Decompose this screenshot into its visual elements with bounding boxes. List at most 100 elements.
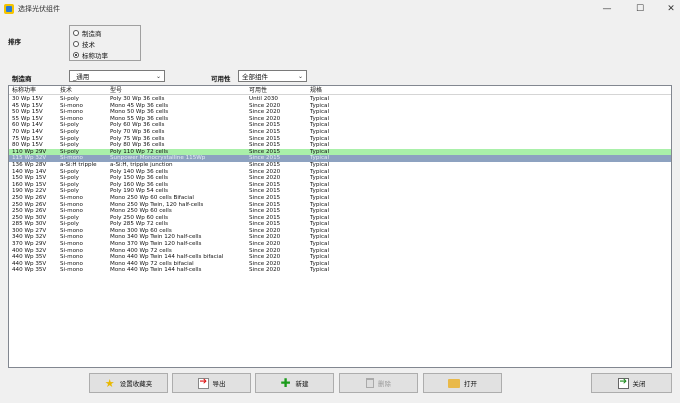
module-list[interactable]: 标称功率 技术 型号 可用性 规格 30 Wp 15V Si-poly Poly 3… <box>8 85 672 368</box>
cell-availability: Since 2015 <box>249 142 281 149</box>
radio-icon[interactable] <box>73 41 79 47</box>
cell-spec: Typical <box>310 214 330 221</box>
cell-model: Mono 300 Wp 60 cells <box>110 227 172 234</box>
table-row[interactable]: 370 Wp 29V Si-mono Mono 370 Wp Twin 120 ha… <box>9 241 671 248</box>
folder-icon <box>448 378 460 388</box>
cell-model: Poly 110 Wp 72 cells <box>110 148 168 155</box>
table-row[interactable]: 250 Wp 26V Si-mono Mono 250 Wp 60 cells Sin… <box>9 208 671 215</box>
column-header-spec[interactable]: 规格 <box>310 86 322 95</box>
sort-option-manufacturer[interactable]: 制造商 <box>73 28 102 38</box>
delete-button[interactable]: 删除 <box>339 373 418 393</box>
cell-availability: Since 2020 <box>249 168 281 175</box>
table-row[interactable]: 190 Wp 22V Si-poly Poly 190 Wp 54 cells Sin… <box>9 188 671 195</box>
column-header-availability[interactable]: 可用性 <box>249 86 267 95</box>
cell-power: 45 Wp 15V <box>12 102 43 109</box>
list-header: 标称功率 技术 型号 可用性 规格 <box>9 86 671 95</box>
table-row[interactable]: 440 Wp 35V Si-mono Mono 440 Wp Twin 144 ha… <box>9 267 671 274</box>
cell-availability: Since 2020 <box>249 260 281 267</box>
sort-group: 制造商 技术 标称功率 <box>69 25 141 61</box>
cell-power: 285 Wp 30V <box>12 221 47 228</box>
open-button[interactable]: 打开 <box>423 373 502 393</box>
cell-technology: Si-poly <box>60 135 79 142</box>
table-row[interactable]: 70 Wp 14V Si-poly Poly 70 Wp 36 cells Since… <box>9 129 671 136</box>
cell-technology: Si-poly <box>60 188 79 195</box>
cell-technology: Si-mono <box>60 208 83 215</box>
table-row[interactable]: 250 Wp 26V Si-mono Mono 250 Wp Twin, 120 h… <box>9 202 671 209</box>
table-row[interactable]: 160 Wp 15V Si-poly Poly 160 Wp 36 cells Sin… <box>9 182 671 189</box>
table-row[interactable]: 440 Wp 35V Si-mono Mono 440 Wp 72 cells bi… <box>9 261 671 268</box>
table-row[interactable]: 110 Wp 29V Si-poly Poly 110 Wp 72 cells Sin… <box>9 148 671 156</box>
cell-spec: Typical <box>310 175 330 182</box>
cell-spec: Typical <box>310 109 330 116</box>
radio-icon[interactable] <box>73 30 79 36</box>
favorites-label: 设置收藏夹 <box>119 380 153 388</box>
cell-model: Poly 190 Wp 54 cells <box>110 188 168 195</box>
export-button[interactable]: 导出 <box>172 373 251 393</box>
cell-model: Poly 285 Wp 72 cells <box>110 221 168 228</box>
table-row[interactable]: 340 Wp 32V Si-mono Mono 340 Wp Twin 120 ha… <box>9 234 671 241</box>
close-window-button[interactable]: ✕ <box>656 0 680 18</box>
favorites-button[interactable]: ★ 设置收藏夹 <box>89 373 168 393</box>
table-row[interactable]: 440 Wp 35V Si-mono Mono 440 Wp Twin 144 ha… <box>9 254 671 261</box>
cell-technology: Si-poly <box>60 221 79 228</box>
table-row[interactable]: 115 Wp 32V Si-mono Sunpower Monocrystallin… <box>9 155 671 162</box>
table-row[interactable]: 55 Wp 15V Si-mono Mono 55 Wp 36 cells Since… <box>9 116 671 123</box>
table-row[interactable]: 140 Wp 14V Si-poly Poly 140 Wp 36 cells Sin… <box>9 169 671 176</box>
table-row[interactable]: 400 Wp 32V Si-mono Mono 400 Wp 72 cells Sin… <box>9 248 671 255</box>
cell-technology: Si-mono <box>60 247 83 254</box>
cell-model: Poly 140 Wp 36 cells <box>110 168 168 175</box>
cell-technology: Si-mono <box>60 267 83 274</box>
table-row[interactable]: 30 Wp 15V Si-poly Poly 30 Wp 36 cells Until… <box>9 96 671 103</box>
cell-availability: Since 2020 <box>249 234 281 241</box>
maximize-button[interactable]: ☐ <box>625 0 655 18</box>
cell-model: Mono 440 Wp 72 cells bifacial <box>110 260 194 267</box>
manufacturer-select[interactable]: _通用 ⌄ <box>69 70 165 82</box>
cell-availability: Since 2020 <box>249 115 281 122</box>
table-row[interactable]: 250 Wp 30V Si-poly Poly 250 Wp 60 cells Sin… <box>9 215 671 222</box>
cell-model: Poly 150 Wp 36 cells <box>110 175 168 182</box>
table-row[interactable]: 150 Wp 15V Si-poly Poly 150 Wp 36 cells Sin… <box>9 175 671 182</box>
cell-technology: Si-mono <box>60 241 83 248</box>
cell-technology: Si-mono <box>60 115 83 122</box>
sort-option-technology[interactable]: 技术 <box>73 39 95 49</box>
radio-selected-icon[interactable] <box>73 52 79 58</box>
cell-technology: Si-poly <box>60 168 79 175</box>
cell-technology: Si-mono <box>60 109 83 116</box>
availability-value: 全部组件 <box>242 73 268 81</box>
table-row[interactable]: 300 Wp 27V Si-mono Mono 300 Wp 60 cells Sin… <box>9 228 671 235</box>
new-button[interactable]: ✚ 新建 <box>255 373 334 393</box>
cell-availability: Since 2015 <box>249 214 281 221</box>
availability-select[interactable]: 全部组件 ⌄ <box>238 70 307 82</box>
cell-power: 160 Wp 15V <box>12 181 47 188</box>
exit-icon <box>617 377 629 389</box>
cell-spec: Typical <box>310 122 330 129</box>
minimize-button[interactable]: — <box>592 0 622 18</box>
column-header-power[interactable]: 标称功率 <box>12 86 36 95</box>
table-row[interactable]: 75 Wp 15V Si-poly Poly 75 Wp 36 cells Since… <box>9 136 671 143</box>
table-row[interactable]: 285 Wp 30V Si-poly Poly 285 Wp 72 cells Sin… <box>9 221 671 228</box>
cell-availability: Since 2020 <box>249 227 281 234</box>
chevron-down-icon[interactable]: ⌄ <box>156 73 161 80</box>
column-header-model[interactable]: 型号 <box>110 86 122 95</box>
sort-option-nominal-power[interactable]: 标称功率 <box>73 50 108 60</box>
cell-technology: Si-mono <box>60 201 83 208</box>
cell-technology: Si-mono <box>60 260 83 267</box>
cell-model: Mono 340 Wp Twin 120 half-cells <box>110 234 202 241</box>
close-label: 关闭 <box>632 380 646 388</box>
cell-power: 140 Wp 14V <box>12 168 47 175</box>
table-row[interactable]: 80 Wp 15V Si-poly Poly 80 Wp 36 cells Since… <box>9 142 671 149</box>
table-row[interactable]: 136 Wp 28V a-Si:H tripple a-Si:H, tripple … <box>9 162 671 169</box>
cell-availability: Since 2020 <box>249 267 281 274</box>
chevron-down-icon[interactable]: ⌄ <box>298 73 303 80</box>
table-row[interactable]: 50 Wp 15V Si-mono Mono 50 Wp 36 cells Since… <box>9 109 671 116</box>
table-row[interactable]: 45 Wp 15V Si-mono Mono 45 Wp 36 cells Since… <box>9 103 671 110</box>
cell-technology: Si-mono <box>60 234 83 241</box>
cell-model: Mono 250 Wp 60 cells <box>110 208 172 215</box>
cell-power: 55 Wp 15V <box>12 115 43 122</box>
table-row[interactable]: 250 Wp 26V Si-mono Mono 250 Wp 60 cells Bi… <box>9 195 671 202</box>
column-header-technology[interactable]: 技术 <box>60 86 72 95</box>
cell-spec: Typical <box>310 102 330 109</box>
close-button[interactable]: 关闭 <box>591 373 672 393</box>
cell-spec: Typical <box>310 142 330 149</box>
table-row[interactable]: 60 Wp 14V Si-poly Poly 60 Wp 36 cells Since… <box>9 122 671 129</box>
